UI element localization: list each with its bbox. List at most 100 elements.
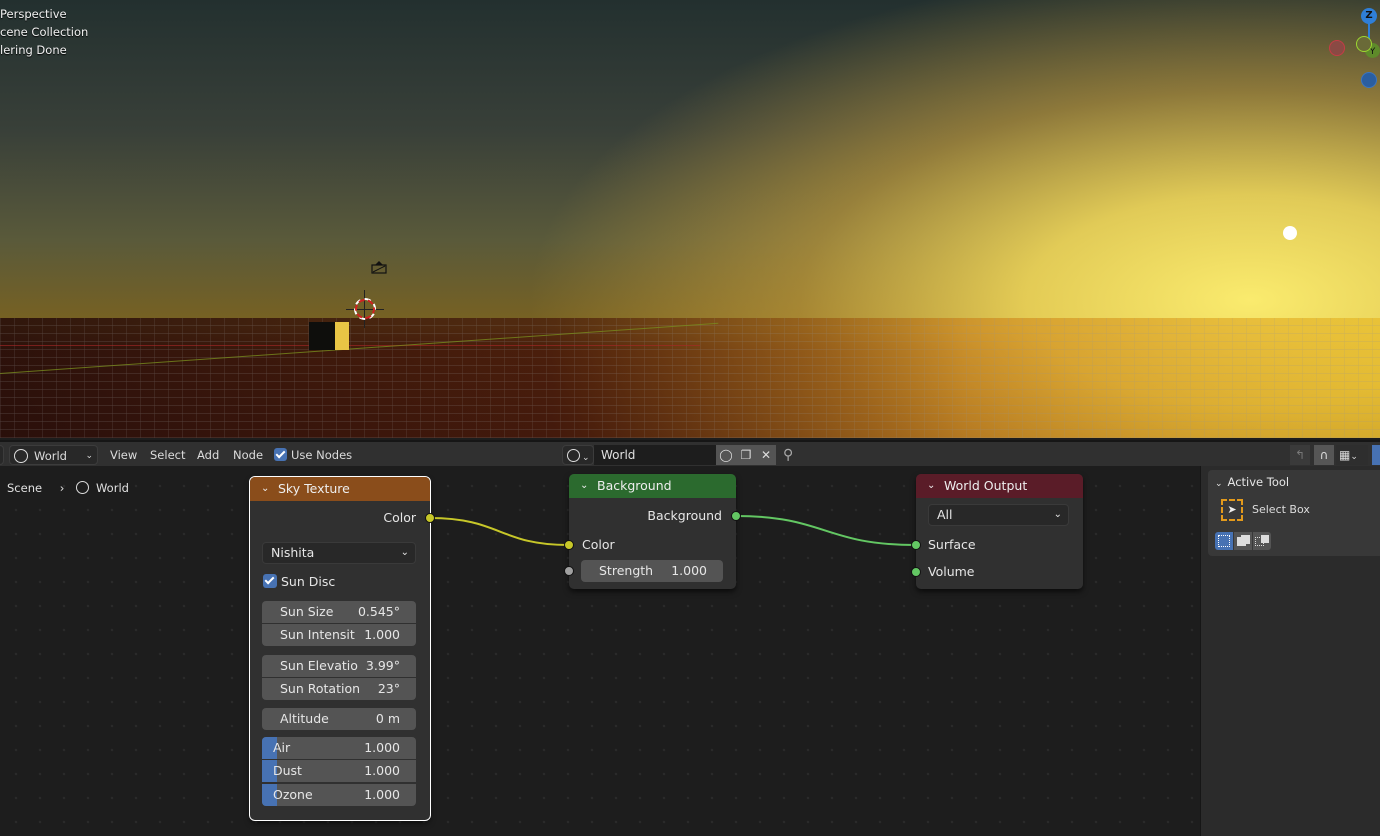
link-background-surface[interactable] — [735, 515, 916, 546]
strength-field[interactable]: Strength 1.000 — [581, 560, 723, 582]
active-tool-panel: ⌄ Active Tool ➤ Select Box — [1208, 470, 1380, 556]
panel-header[interactable]: ⌄ Active Tool — [1215, 475, 1289, 489]
3d-viewport[interactable]: Perspective cene Collection lering Done … — [0, 0, 1380, 438]
fake-user-shield-icon[interactable]: ◯ — [716, 445, 736, 465]
dust-slider[interactable]: Dust 1.000 — [262, 760, 416, 782]
field-value: 3.99° — [365, 658, 400, 673]
3d-cursor-icon[interactable] — [354, 298, 376, 320]
sun-intensity-field[interactable]: Sun Intensit 1.000 — [262, 624, 416, 646]
volume-input-socket[interactable] — [911, 567, 921, 577]
tool-name: Select Box — [1252, 503, 1310, 516]
render-status-label: lering Done — [0, 43, 67, 57]
menu-select[interactable]: Select — [150, 445, 185, 465]
color-output-socket[interactable] — [425, 513, 435, 523]
gizmo-neg-z-button[interactable] — [1361, 72, 1377, 88]
slider-label: Ozone — [273, 787, 313, 802]
field-label: Sun Rotation — [280, 681, 361, 696]
select-new-icon[interactable] — [1215, 532, 1233, 550]
output-label: Background — [647, 508, 722, 523]
strength-input-socket[interactable] — [564, 566, 574, 576]
world-icon — [14, 449, 28, 463]
world-output-node[interactable]: ⌄ World Output All ⌄ Surface Volume — [911, 474, 1083, 589]
world-name-field[interactable]: World — [594, 445, 716, 465]
sky-type-value: Nishita — [271, 545, 315, 560]
camera-icon[interactable] — [371, 261, 387, 274]
cube-shadow-face — [309, 322, 335, 350]
snap-grid-icon[interactable]: ▦⌄ — [1336, 445, 1368, 465]
slider-value: 1.000 — [364, 763, 400, 778]
view-name-label: Perspective — [0, 7, 67, 21]
sun-disc-checkbox[interactable]: Sun Disc — [263, 574, 335, 589]
chevron-down-icon[interactable]: ⌄ — [580, 474, 588, 498]
checkbox-checked-icon — [274, 448, 287, 461]
sun-size-field[interactable]: Sun Size 0.545° — [262, 601, 416, 623]
chevron-down-icon[interactable]: ⌄ — [927, 474, 935, 498]
select-extend-icon[interactable] — [1234, 532, 1252, 550]
node-editor-sidebar: ⌄ Active Tool ➤ Select Box — [1200, 466, 1380, 836]
snap-icon[interactable]: ∩ — [1314, 445, 1334, 465]
target-value: All — [937, 507, 953, 522]
chevron-down-icon: ⌄ — [400, 547, 409, 558]
cube-lit-face — [335, 322, 349, 350]
close-icon[interactable]: ✕ — [756, 445, 776, 465]
field-value: 0 m — [375, 711, 400, 726]
overlay-icon[interactable] — [1372, 445, 1380, 465]
gizmo-neg-x-button[interactable] — [1329, 40, 1345, 56]
field-label: Sun Elevatio — [280, 658, 358, 673]
chevron-down-icon: ⌄ — [582, 453, 590, 463]
chevron-down-icon[interactable]: ⌄ — [261, 477, 269, 501]
field-value: 1.000 — [671, 563, 707, 578]
menu-add[interactable]: Add — [197, 445, 219, 465]
node-title: Sky Texture — [278, 481, 350, 496]
sun-elevation-field[interactable]: Sun Elevatio 3.99° — [262, 655, 416, 677]
node-title: World Output — [944, 478, 1028, 493]
select-box-tool-icon[interactable]: ➤ — [1221, 499, 1243, 521]
node-header[interactable]: ⌄ Background — [569, 474, 736, 498]
field-label: Altitude — [280, 711, 329, 726]
node-title: Background — [597, 478, 672, 493]
field-label: Sun Size — [280, 604, 334, 619]
use-nodes-label: Use Nodes — [291, 448, 353, 462]
node-editor-canvas[interactable]: Scene › World ⌄ Sky Texture Color Nishita… — [0, 466, 1200, 836]
duplicate-icon[interactable]: ❐ — [736, 445, 756, 465]
background-output-socket[interactable] — [731, 511, 741, 521]
field-value: 1.000 — [364, 627, 400, 642]
field-label: Sun Intensit — [280, 627, 355, 642]
altitude-field[interactable]: Altitude 0 m — [262, 708, 416, 730]
surface-input-socket[interactable] — [911, 540, 921, 550]
collection-label: cene Collection — [0, 25, 89, 39]
sky-type-dropdown[interactable]: Nishita ⌄ — [262, 542, 416, 564]
menu-view[interactable]: View — [110, 445, 137, 465]
output-label: Color — [383, 510, 416, 525]
ozone-slider[interactable]: Ozone 1.000 — [262, 784, 416, 806]
parent-node-icon[interactable]: ↰ — [1290, 445, 1310, 465]
surface-input-label: Surface — [928, 537, 976, 552]
gizmo-neg-y-button[interactable] — [1356, 36, 1372, 52]
sky-texture-node[interactable]: ⌄ Sky Texture Color Nishita ⌄ Sun Disc Su… — [249, 476, 435, 821]
field-value: 0.545° — [357, 604, 400, 619]
x-axis-line — [0, 345, 700, 346]
volume-input-label: Volume — [928, 564, 975, 579]
shader-type-label: World — [34, 449, 67, 463]
node-header[interactable]: ⌄ World Output — [916, 474, 1083, 498]
target-dropdown[interactable]: All ⌄ — [928, 504, 1069, 526]
use-nodes-checkbox[interactable]: Use Nodes — [274, 445, 352, 465]
link-color[interactable] — [429, 517, 569, 546]
node-header[interactable]: ⌄ Sky Texture — [250, 477, 430, 501]
editor-type-edge[interactable] — [0, 445, 4, 465]
slider-label: Air — [273, 740, 291, 755]
chevron-down-icon: ⌄ — [1215, 479, 1223, 489]
air-slider[interactable]: Air 1.000 — [262, 737, 416, 759]
pin-icon[interactable]: ⚲ — [783, 445, 793, 465]
background-node[interactable]: ⌄ Background Background Color Strength 1.0… — [564, 474, 741, 589]
select-subtract-icon[interactable] — [1253, 532, 1271, 550]
color-input-socket[interactable] — [564, 540, 574, 550]
floor-grid — [0, 318, 1380, 438]
menu-node[interactable]: Node — [233, 445, 263, 465]
gizmo-z-button[interactable]: Z — [1361, 8, 1377, 24]
world-browse-button[interactable]: ⌄ — [562, 445, 594, 465]
chevron-down-icon: ⌄ — [1053, 509, 1062, 520]
cube-object[interactable] — [309, 322, 349, 350]
sun-rotation-field[interactable]: Sun Rotation 23° — [262, 678, 416, 700]
shader-type-dropdown[interactable]: World ⌄ — [9, 445, 98, 465]
